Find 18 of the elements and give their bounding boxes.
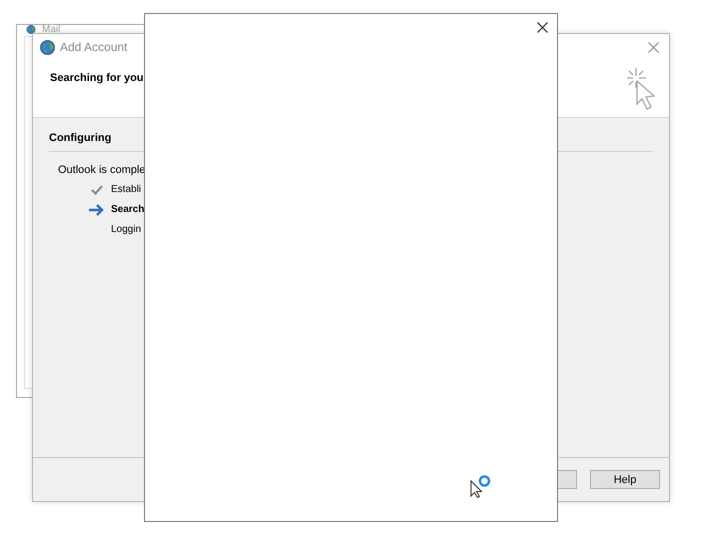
globe-icon — [40, 40, 55, 54]
section-title: Configuring — [49, 132, 112, 144]
busy-cursor-icon — [470, 474, 492, 499]
close-button[interactable] — [537, 22, 548, 33]
dialog-heading: Searching for you — [50, 72, 144, 84]
help-button[interactable]: Help — [590, 470, 660, 489]
window-title: Add Account — [60, 40, 128, 54]
globe-icon — [26, 25, 36, 34]
step-label: Establi — [111, 184, 142, 195]
status-text: Outlook is comple — [58, 164, 146, 176]
close-icon — [648, 42, 659, 52]
arrow-icon — [89, 204, 105, 216]
step-label: Search — [111, 204, 144, 215]
check-icon — [91, 184, 103, 194]
step-label: Loggin — [111, 224, 142, 235]
close-icon — [537, 22, 548, 33]
cursor-icon — [624, 67, 658, 111]
window-title: Mail — [42, 25, 60, 34]
